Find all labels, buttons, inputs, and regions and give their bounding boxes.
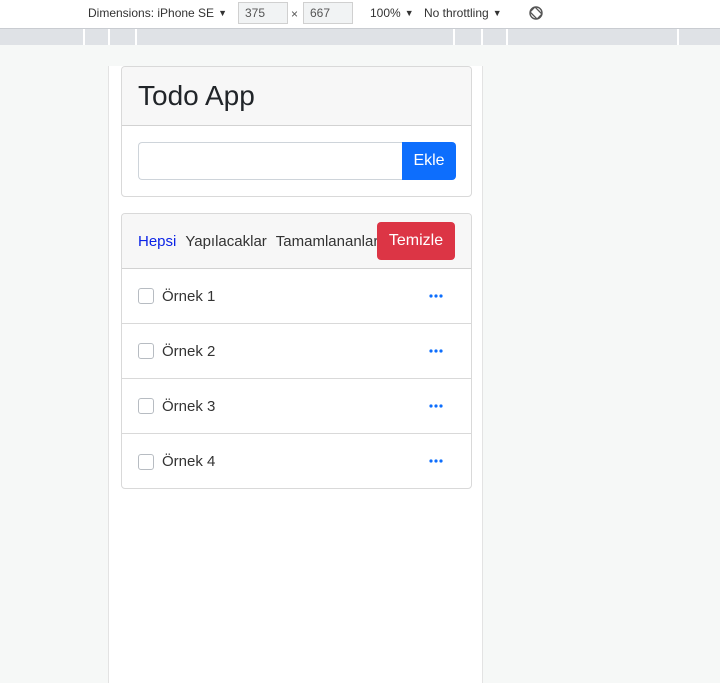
todo-input[interactable] xyxy=(138,142,402,180)
device-dimensions-label: Dimensions: iPhone SE xyxy=(88,6,215,20)
ruler-tick xyxy=(453,29,455,45)
add-todo-form: Ekle xyxy=(138,142,456,181)
ruler-tick xyxy=(108,29,110,45)
todo-item: Örnek 3 xyxy=(122,379,471,434)
more-horizontal-icon[interactable] xyxy=(429,346,443,356)
todo-list-card: Hepsi Yapılacaklar Tamamlananlar Temizle… xyxy=(121,213,472,489)
ruler-tick xyxy=(481,29,483,45)
device-dimensions-dropdown[interactable]: Dimensions: iPhone SE ▼ xyxy=(88,6,227,20)
todo-text: Örnek 2 xyxy=(162,342,216,360)
device-width-input[interactable] xyxy=(238,2,288,24)
media-query-ruler[interactable] xyxy=(0,28,720,45)
ruler-tick xyxy=(506,29,508,45)
todo-checkbox[interactable] xyxy=(138,343,154,359)
todo-checkbox[interactable] xyxy=(138,453,154,470)
title-header: Todo App xyxy=(122,67,471,126)
device-viewport: Todo App Ekle Hepsi Yapılacaklar Tamamla… xyxy=(108,66,483,683)
ruler-tick xyxy=(83,29,85,45)
caret-down-icon: ▼ xyxy=(492,8,502,18)
clear-button[interactable]: Temizle xyxy=(377,222,455,260)
device-height-input[interactable] xyxy=(303,2,353,24)
todo-item: Örnek 1 xyxy=(122,269,471,324)
filter-bar: Hepsi Yapılacaklar Tamamlananlar Temizle xyxy=(122,214,471,269)
caret-down-icon: ▼ xyxy=(218,8,227,18)
zoom-label: 100% xyxy=(370,6,401,20)
throttling-label: No throttling xyxy=(424,6,489,20)
todo-text: Örnek 3 xyxy=(162,397,216,415)
ruler-tick xyxy=(135,29,137,45)
rotate-icon[interactable] xyxy=(528,5,544,21)
todo-text: Örnek 4 xyxy=(162,453,216,470)
caret-down-icon: ▼ xyxy=(404,8,414,18)
todo-text: Örnek 1 xyxy=(162,287,216,305)
ruler-tick xyxy=(677,29,679,45)
filter-all-link[interactable]: Hepsi xyxy=(138,233,176,250)
zoom-dropdown[interactable]: 100% ▼ xyxy=(370,6,414,20)
throttling-dropdown[interactable]: No throttling ▼ xyxy=(424,6,502,20)
todo-checkbox[interactable] xyxy=(138,398,154,414)
todo-list: Örnek 1 Örnek 2 Örnek 3 Örnek 4 xyxy=(122,269,471,488)
more-horizontal-icon[interactable] xyxy=(429,291,443,301)
todo-item: Örnek 4 xyxy=(122,434,471,488)
page-title: Todo App xyxy=(138,80,255,111)
devtools-device-toolbar: Dimensions: iPhone SE ▼ × 100% ▼ No thro… xyxy=(0,0,720,28)
todo-checkbox[interactable] xyxy=(138,288,154,304)
todo-item: Örnek 2 xyxy=(122,324,471,379)
todo-form-card: Todo App Ekle xyxy=(121,66,472,197)
dimension-separator: × xyxy=(291,7,299,21)
add-button[interactable]: Ekle xyxy=(402,142,456,180)
filter-completed-link[interactable]: Tamamlananlar xyxy=(276,233,379,250)
more-horizontal-icon[interactable] xyxy=(429,401,443,411)
more-horizontal-icon[interactable] xyxy=(429,456,443,466)
filter-todo-link[interactable]: Yapılacaklar xyxy=(185,233,266,250)
